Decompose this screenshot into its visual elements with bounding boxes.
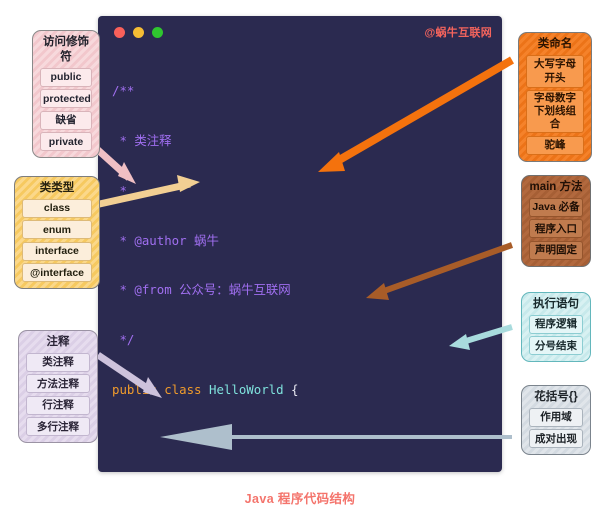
code-line: * @author 蜗牛 bbox=[98, 233, 502, 250]
maximize-button-icon[interactable] bbox=[152, 27, 163, 38]
box-title: 访问修饰符 bbox=[43, 36, 89, 63]
code-line-class-decl: public class HelloWorld { bbox=[98, 382, 502, 399]
box-chip: 大写字母开头 bbox=[526, 54, 584, 88]
figure-caption: Java 程序代码结构 bbox=[244, 492, 356, 506]
box-chip: 声明固定 bbox=[529, 240, 583, 260]
box-chip: 多行注释 bbox=[26, 417, 90, 436]
infographic-root: @蜗牛互联网 /** * 类注释 * * @author 蜗牛 * @from … bbox=[0, 0, 600, 517]
box-chip: enum bbox=[22, 220, 92, 239]
box-chip: 缺省 bbox=[40, 110, 92, 130]
editor-titlebar: @蜗牛互联网 bbox=[98, 16, 502, 48]
box-chip: 作用域 bbox=[529, 407, 583, 427]
code-token-brace: { bbox=[283, 381, 299, 397]
close-button-icon[interactable] bbox=[114, 27, 125, 38]
code-token-comment: /** bbox=[112, 83, 135, 99]
code-editor-window: @蜗牛互联网 /** * 类注释 * * @author 蜗牛 * @from … bbox=[98, 16, 502, 472]
annotation-box-class-naming: 类命名 大写字母开头 字母数字下划线组合 驼峰 bbox=[518, 32, 592, 162]
box-title: main 方法 bbox=[529, 181, 583, 193]
box-chip: private bbox=[40, 132, 92, 151]
box-chip: @interface bbox=[22, 263, 92, 282]
code-token-comment: * 类注释 bbox=[112, 132, 172, 148]
box-chip: 程序逻辑 bbox=[529, 314, 583, 334]
box-title: 类类型 bbox=[39, 182, 75, 194]
code-token-comment: * @author 蜗牛 bbox=[112, 232, 219, 248]
code-line: * @from 公众号：蜗牛互联网 bbox=[98, 282, 502, 299]
box-title: 花括号{} bbox=[534, 391, 578, 403]
box-chip: Java 必备 bbox=[529, 197, 583, 217]
box-chip: 驼峰 bbox=[526, 135, 584, 155]
code-line: /** bbox=[98, 83, 502, 100]
box-chip: class bbox=[22, 198, 92, 218]
box-chip: 成对出现 bbox=[529, 429, 583, 448]
box-chip: 分号结束 bbox=[529, 336, 583, 355]
box-chip: 程序入口 bbox=[529, 219, 583, 238]
box-chip: 方法注释 bbox=[26, 374, 90, 393]
watermark-label: @蜗牛互联网 bbox=[424, 27, 492, 39]
code-line: */ bbox=[98, 332, 502, 349]
code-token-classname: HelloWorld bbox=[208, 381, 284, 397]
box-title: 注释 bbox=[46, 336, 70, 348]
annotation-box-class-type: 类类型 class enum interface @interface bbox=[14, 176, 100, 289]
annotation-box-statements: 执行语句 程序逻辑 分号结束 bbox=[521, 292, 591, 362]
box-chip: public bbox=[40, 67, 92, 87]
annotation-box-main-method: main 方法 Java 必备 程序入口 声明固定 bbox=[521, 175, 591, 267]
code-token-comment: * @from 公众号：蜗牛互联网 bbox=[112, 282, 291, 298]
annotation-box-comments: 注释 类注释 方法注释 行注释 多行注释 bbox=[18, 330, 98, 443]
box-title: 类命名 bbox=[537, 38, 573, 50]
minimize-button-icon[interactable] bbox=[133, 27, 144, 38]
code-content: /** * 类注释 * * @author 蜗牛 * @from 公众号：蜗牛互… bbox=[98, 50, 502, 472]
box-chip: interface bbox=[22, 241, 92, 261]
box-title: 执行语句 bbox=[533, 298, 579, 310]
annotation-box-modifiers: 访问修饰符 public protected 缺省 private bbox=[32, 30, 100, 158]
code-token-comment: */ bbox=[112, 332, 135, 348]
box-chip: protected bbox=[40, 89, 92, 108]
box-chip: 字母数字下划线组合 bbox=[526, 90, 584, 133]
annotation-box-braces: 花括号{} 作用域 成对出现 bbox=[521, 385, 591, 455]
code-token-comment: * bbox=[112, 182, 127, 198]
code-token-keyword: public class bbox=[112, 381, 209, 397]
box-chip: 类注释 bbox=[26, 352, 90, 372]
code-line: * bbox=[98, 183, 502, 200]
code-line: * 类注释 bbox=[98, 133, 502, 150]
box-chip: 行注释 bbox=[26, 395, 90, 415]
